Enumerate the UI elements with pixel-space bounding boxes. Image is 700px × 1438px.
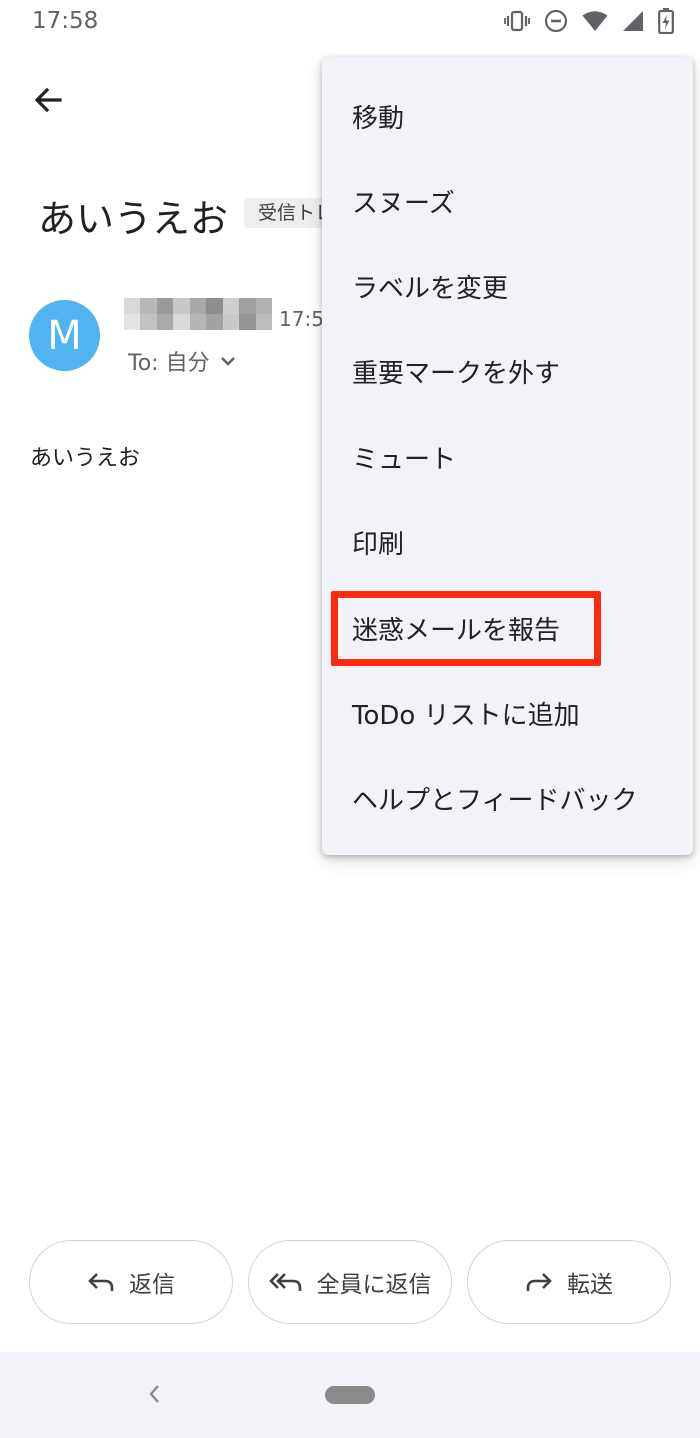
menu-item-print[interactable]: 印刷 xyxy=(322,500,693,585)
overflow-menu: 移動 スヌーズ ラベルを変更 重要マークを外す ミュート 印刷 迷惑メールを報告… xyxy=(322,57,693,855)
reply-all-label: 全員に返信 xyxy=(316,1272,432,1298)
recipient-text: To: 自分 xyxy=(128,351,210,376)
report-spam-highlight xyxy=(331,591,601,666)
cell-signal-icon xyxy=(622,10,644,32)
reply-all-button[interactable]: 全員に返信 xyxy=(248,1240,452,1324)
status-bar: 17:58 xyxy=(0,0,700,46)
reply-button[interactable]: 返信 xyxy=(29,1240,233,1324)
chevron-down-icon xyxy=(220,357,235,366)
nav-back-icon xyxy=(149,1385,159,1403)
menu-item-mute[interactable]: ミュート xyxy=(322,415,693,500)
email-subject: あいうえお xyxy=(38,197,229,241)
arrow-back-icon xyxy=(34,87,62,113)
menu-item-help-feedback[interactable]: ヘルプとフィードバック xyxy=(322,756,693,841)
status-icons xyxy=(504,8,674,34)
avatar-letter: M xyxy=(47,312,82,359)
forward-button[interactable]: 転送 xyxy=(467,1240,671,1324)
status-time: 17:58 xyxy=(32,8,99,34)
menu-item-move[interactable]: 移動 xyxy=(322,74,693,159)
sender-name-redacted xyxy=(124,298,272,330)
vibrate-icon xyxy=(504,9,530,33)
wifi-icon xyxy=(582,10,608,32)
reply-label: 返信 xyxy=(129,1272,175,1298)
back-button[interactable] xyxy=(22,74,74,126)
menu-item-snooze[interactable]: スヌーズ xyxy=(322,159,693,244)
menu-item-change-labels[interactable]: ラベルを変更 xyxy=(322,244,693,329)
battery-charging-icon xyxy=(658,8,674,34)
menu-item-mark-not-important[interactable]: 重要マークを外す xyxy=(322,329,693,414)
label-chip[interactable]: 受信トレイ xyxy=(244,198,334,228)
nav-home-pill[interactable] xyxy=(325,1386,375,1404)
nav-back-button[interactable] xyxy=(144,1378,164,1414)
email-body: あいうえお xyxy=(30,446,141,471)
forward-label: 転送 xyxy=(567,1272,613,1298)
menu-item-add-to-tasks[interactable]: ToDo リストに追加 xyxy=(322,671,693,756)
forward-icon xyxy=(526,1273,552,1291)
reply-icon xyxy=(88,1273,114,1291)
avatar[interactable]: M xyxy=(29,300,100,371)
recipient-toggle[interactable]: To: 自分 xyxy=(128,345,236,377)
system-nav-bar xyxy=(0,1352,700,1438)
reply-all-icon xyxy=(268,1273,301,1291)
do-not-disturb-icon xyxy=(544,9,568,33)
